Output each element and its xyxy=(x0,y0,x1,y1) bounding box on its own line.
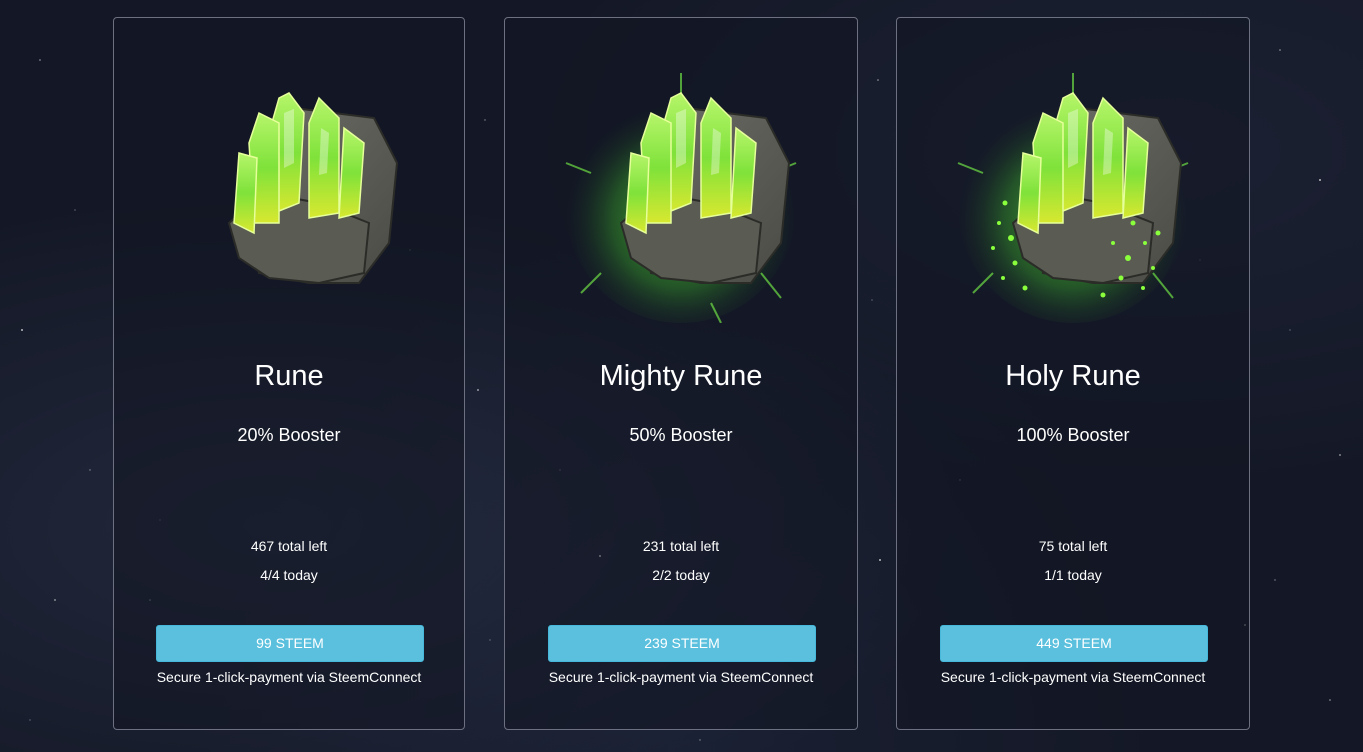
product-card-holy-rune: Holy Rune 100% Booster 75 total left 1/1… xyxy=(896,17,1250,730)
booster-value: 100% Booster xyxy=(1016,425,1130,445)
product-card-rune: Rune 20% Booster 467 total left 4/4 toda… xyxy=(113,17,465,730)
rune-crystal-icon xyxy=(227,92,399,285)
today-count: 4/4 today xyxy=(260,567,318,583)
today-count: 2/2 today xyxy=(652,567,710,583)
card-title: Holy Rune xyxy=(1005,360,1141,392)
today-count: 1/1 today xyxy=(1044,567,1102,583)
total-left-count: 75 total left xyxy=(1038,538,1108,554)
buy-button[interactable]: 449 STEEM xyxy=(940,625,1208,662)
payment-note: Secure 1-click-payment via SteemConnect xyxy=(548,669,814,685)
card-title: Rune xyxy=(254,360,324,392)
payment-note: Secure 1-click-payment via SteemConnect xyxy=(940,669,1206,685)
buy-button[interactable]: 239 STEEM xyxy=(548,625,816,662)
total-left-count: 231 total left xyxy=(642,538,720,554)
payment-note: Secure 1-click-payment via SteemConnect xyxy=(156,669,422,685)
buy-button[interactable]: 99 STEEM xyxy=(156,625,424,662)
holy-rune-crystal-icon xyxy=(957,73,1189,323)
product-card-mighty-rune: Mighty Rune 50% Booster 231 total left 2… xyxy=(504,17,858,730)
mighty-rune-crystal-icon xyxy=(565,73,797,323)
booster-value: 50% Booster xyxy=(629,425,733,445)
booster-value: 20% Booster xyxy=(237,425,341,445)
total-left-count: 467 total left xyxy=(250,538,328,554)
card-title: Mighty Rune xyxy=(599,360,763,392)
